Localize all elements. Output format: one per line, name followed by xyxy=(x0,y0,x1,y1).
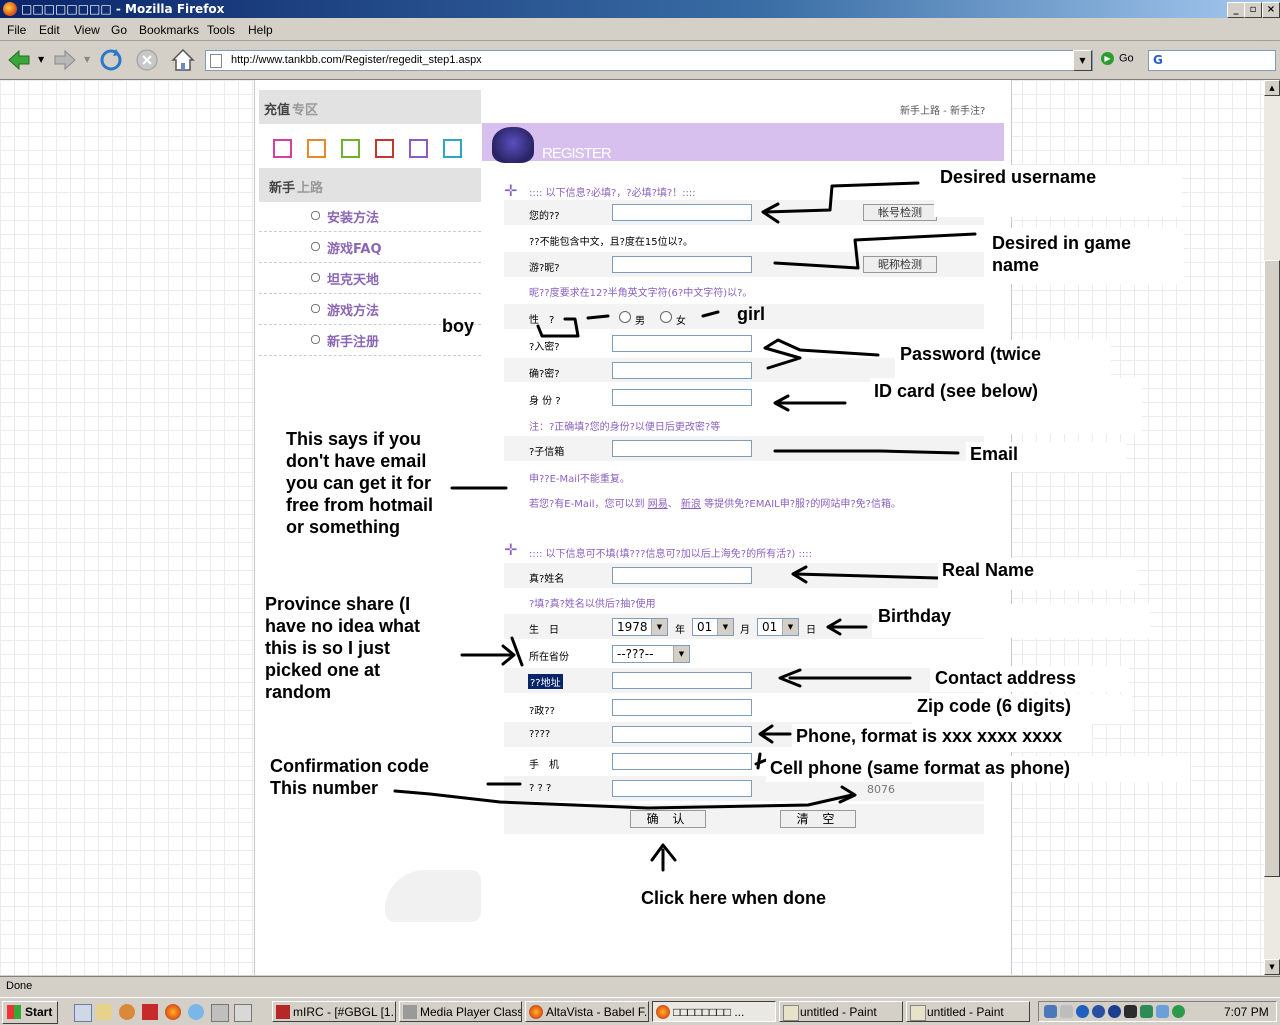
annotation-email: Email xyxy=(966,442,1126,472)
taskbar: Start mIRC - [#GBGL [1... Media Player C… xyxy=(0,997,1280,1025)
paint-icon xyxy=(910,1005,926,1021)
tray-f-icon[interactable] xyxy=(1108,1005,1121,1018)
tray-status-icon[interactable] xyxy=(1172,1005,1185,1018)
annotation-real-name: Real Name xyxy=(938,558,1138,590)
menu-go[interactable]: Go xyxy=(111,23,127,37)
menu-view[interactable]: View xyxy=(74,23,100,37)
task-altavista[interactable]: AltaVista - Babel F... xyxy=(525,1001,649,1022)
firefox-icon xyxy=(529,1005,543,1019)
annotation-zip: Zip code (6 digits) xyxy=(912,694,1132,724)
task-paint-1[interactable]: untitled - Paint xyxy=(779,1001,903,1022)
annotation-girl: girl xyxy=(737,304,766,324)
task-paint-2[interactable]: untitled - Paint xyxy=(906,1001,1030,1022)
go-button[interactable]: ▶ Go xyxy=(1101,52,1134,65)
status-bar: Done xyxy=(0,976,1280,997)
task-media-player[interactable]: Media Player Classic xyxy=(399,1001,522,1022)
address-bar[interactable]: http://www.tankbb.com/Register/regedit_s… xyxy=(205,50,1093,71)
scroll-down-icon[interactable]: ▼ xyxy=(1264,959,1280,975)
annotation-cell: Cell phone (same format as phone) xyxy=(766,756,1190,782)
forward-history-dropdown-icon[interactable]: ▼ xyxy=(84,55,90,64)
clock[interactable]: 7:07 PM xyxy=(1224,1005,1269,1019)
navigation-toolbar: ▼ ▼ http://www.tankbb.com/Register/reged… xyxy=(0,41,1280,80)
close-button[interactable]: × xyxy=(1262,2,1280,18)
minimize-button[interactable]: _ xyxy=(1227,2,1245,18)
annotation-ingame-name: Desired in game name xyxy=(986,228,1184,284)
menu-help[interactable]: Help xyxy=(248,23,273,37)
quicklaunch-notes-icon[interactable] xyxy=(96,1004,112,1020)
forward-arrow-icon[interactable] xyxy=(52,47,78,73)
tray-info-icon[interactable] xyxy=(1092,1005,1105,1018)
paint-icon xyxy=(783,1005,799,1021)
annotation-address: Contact address xyxy=(930,666,1130,692)
status-text: Done xyxy=(6,980,33,992)
windows-logo-icon xyxy=(7,1005,21,1019)
menu-bookmarks[interactable]: Bookmarks xyxy=(139,23,199,37)
task-mirc[interactable]: mIRC - [#GBGL [1... xyxy=(272,1001,396,1022)
url-text[interactable]: http://www.tankbb.com/Register/regedit_s… xyxy=(231,54,482,66)
annotation-click-done: Click here when done xyxy=(641,888,827,908)
quicklaunch-desktop-icon[interactable] xyxy=(74,1004,92,1022)
reload-icon[interactable] xyxy=(98,47,124,73)
annotation-phone: Phone, format is xxx xxxx xxxx xyxy=(792,724,1092,752)
annotation-birthday: Birthday xyxy=(872,604,1150,638)
annotation-province: Province share (I have no idea what this… xyxy=(260,592,456,704)
system-tray: 7:07 PM xyxy=(1038,1001,1277,1022)
url-dropdown-icon[interactable]: ▼ xyxy=(1073,50,1092,71)
task-firefox-active[interactable]: □□□□□□□□ ... xyxy=(652,1001,776,1022)
menu-tools[interactable]: Tools xyxy=(207,23,235,37)
menu-edit[interactable]: Edit xyxy=(39,23,60,37)
annotation-email-note: This says if you don't have email you ca… xyxy=(282,426,442,556)
annotation-id-card: ID card (see below) xyxy=(870,378,1142,434)
go-arrow-icon: ▶ xyxy=(1101,52,1114,65)
window-title-bar[interactable]: □□□□□□□□ - Mozilla Firefox _ ▫ × xyxy=(0,0,1280,18)
menu-bar: File Edit View Go Bookmarks Tools Help × xyxy=(0,19,1280,56)
scroll-up-icon[interactable]: ▲ xyxy=(1264,80,1280,96)
page-icon xyxy=(210,54,222,68)
quicklaunch-settings-icon[interactable] xyxy=(234,1004,252,1022)
annotation-password: Password (twice xyxy=(895,340,1111,380)
quicklaunch-tool-icon[interactable] xyxy=(188,1004,204,1020)
home-icon[interactable] xyxy=(170,47,196,73)
tray-3-icon[interactable] xyxy=(1076,1005,1089,1018)
tray-volume-icon[interactable] xyxy=(1060,1005,1073,1018)
annotation-confirmation-code: Confirmation code This number xyxy=(270,756,430,798)
restore-button[interactable]: ▫ xyxy=(1244,2,1262,18)
tray-network-icon[interactable] xyxy=(1044,1005,1057,1018)
back-arrow-icon[interactable] xyxy=(6,47,32,73)
quicklaunch-app-icon[interactable] xyxy=(119,1004,135,1020)
search-box[interactable]: G xyxy=(1148,50,1276,71)
quicklaunch-media-icon[interactable] xyxy=(211,1004,229,1022)
stop-icon[interactable] xyxy=(134,47,160,73)
quicklaunch-firefox-icon[interactable] xyxy=(165,1004,181,1020)
annotation-boy: boy xyxy=(442,316,475,336)
tray-connection-icon[interactable] xyxy=(1156,1005,1169,1018)
firefox-icon xyxy=(656,1005,670,1019)
scrollbar-thumb[interactable] xyxy=(1264,260,1280,877)
annotation-username: Desired username xyxy=(934,165,1182,217)
search-engine-icon[interactable]: G xyxy=(1153,53,1163,67)
mirc-icon xyxy=(276,1005,290,1019)
start-button[interactable]: Start xyxy=(2,1001,58,1024)
quicklaunch-game-icon[interactable] xyxy=(142,1004,158,1020)
vertical-scrollbar[interactable]: ▲ ▼ xyxy=(1264,80,1280,975)
tray-monitor-icon[interactable] xyxy=(1124,1005,1137,1018)
menu-file[interactable]: File xyxy=(7,23,26,37)
back-history-dropdown-icon[interactable]: ▼ xyxy=(38,55,44,64)
media-player-icon xyxy=(403,1005,417,1019)
window-title: □□□□□□□□ - Mozilla Firefox xyxy=(21,2,225,16)
tray-app-icon[interactable] xyxy=(1140,1005,1153,1018)
page-content: 充值 专区 新手 上路 安装方法 游戏FAQ 坦克天地 游戏方法 新手注册 新手上路… xyxy=(0,80,1264,975)
firefox-icon xyxy=(3,2,17,16)
